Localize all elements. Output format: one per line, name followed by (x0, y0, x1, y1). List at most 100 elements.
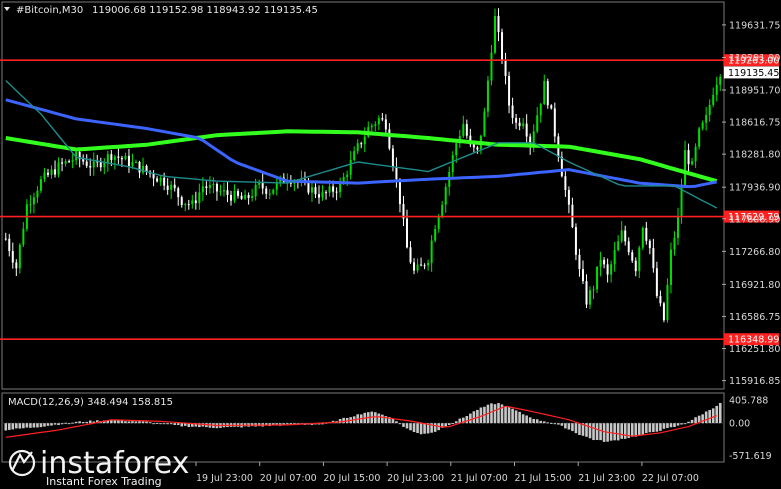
macd-histogram-bar (138, 421, 141, 424)
candle-body (427, 262, 430, 266)
candle-body (363, 136, 366, 145)
macd-histogram-bar (680, 423, 683, 425)
candle-body (631, 252, 634, 261)
candle-body (170, 184, 173, 190)
macd-histogram-bar (715, 405, 719, 424)
candle-body (110, 154, 113, 160)
macd-histogram-bar (630, 423, 634, 437)
candle-body (522, 123, 525, 126)
macd-tick-label: 405.788 (729, 396, 768, 407)
macd-histogram-bar (620, 423, 623, 439)
macd-histogram-bar (662, 423, 666, 429)
candle-body (208, 185, 211, 189)
candle-body (652, 248, 655, 269)
macd-histogram-bar (514, 410, 518, 424)
candle-body (103, 162, 106, 168)
candle-body (465, 124, 468, 136)
macd-histogram-bar (36, 423, 39, 428)
candle-body (272, 189, 275, 194)
macd-histogram-bar (616, 423, 620, 441)
candle-body (159, 177, 162, 182)
macd-histogram-bar (592, 423, 595, 441)
candle-body (205, 186, 208, 189)
candle-body (585, 281, 588, 305)
price-tick-label: 116251.80 (729, 344, 780, 355)
macd-histogram-bar (176, 423, 180, 426)
candle-body (599, 259, 602, 267)
candle-body (680, 187, 683, 217)
macd-histogram-bar (472, 411, 476, 424)
macd-histogram-bar (148, 422, 152, 424)
candle-body (508, 75, 511, 106)
macd-histogram-bar (718, 402, 722, 424)
macd-histogram-bar (564, 423, 567, 429)
candle-body (134, 162, 137, 164)
macd-histogram-bar (395, 421, 398, 424)
macd-histogram-bar (634, 423, 638, 437)
candle-body (493, 16, 496, 53)
candle-body (627, 241, 630, 253)
candle-body (18, 244, 21, 269)
candle-body (409, 247, 412, 263)
macd-histogram-bar (493, 404, 497, 424)
time-tick-label: 20 Jul 15:00 (323, 473, 380, 484)
macd-histogram-bar (162, 423, 166, 425)
candle-body (581, 269, 584, 282)
candle-body (655, 268, 658, 297)
candle-body (339, 183, 342, 193)
macd-histogram-bar (595, 423, 599, 440)
candle-body (117, 156, 120, 158)
candle-body (694, 146, 697, 162)
macd-histogram-bar (694, 417, 697, 424)
candle-body (64, 161, 67, 164)
candle-body (43, 172, 46, 180)
macd-histogram-bar (623, 423, 627, 439)
macd-histogram-bar (53, 423, 57, 425)
macd-histogram-bar (64, 422, 67, 424)
chart-background (0, 0, 781, 489)
macd-histogram-bar (521, 414, 525, 424)
candle-body (370, 125, 373, 128)
candle-body (613, 250, 616, 265)
candle-body (356, 143, 359, 152)
candle-body (268, 193, 271, 195)
candle-body (444, 186, 447, 205)
macd-histogram-bar (67, 423, 71, 425)
macd-histogram-bar (542, 421, 546, 424)
candle-body (574, 227, 577, 255)
candle-body (68, 161, 71, 163)
time-tick-label: 19 Jul 23:00 (196, 473, 253, 484)
candle-body (719, 76, 722, 85)
candle-body (592, 289, 595, 291)
macd-histogram-bar (511, 408, 514, 424)
macd-histogram-bar (652, 423, 655, 433)
candle-body (71, 160, 74, 162)
macd-histogram-bar (7, 423, 11, 430)
candle-body (156, 178, 159, 182)
trading-chart: 119263.00117629.79116348.99 119631.75119… (0, 0, 781, 489)
macd-histogram-bar (423, 423, 426, 434)
candle-body (15, 262, 18, 269)
candle-body (230, 194, 233, 201)
candle-body (687, 150, 690, 165)
candle-body (659, 296, 662, 304)
symbol-label: #Bitcoin,M30 (16, 5, 83, 16)
candle-body (669, 249, 672, 285)
candle-body (543, 81, 546, 104)
price-tick-label: 118281.80 (729, 150, 780, 161)
candle-body (29, 204, 32, 206)
macd-histogram-bar (549, 422, 553, 424)
macd-histogram-bar (71, 422, 74, 424)
candle-body (184, 204, 187, 206)
candle-body (648, 240, 651, 249)
macd-histogram-bar (381, 414, 384, 424)
macd-histogram-bar (78, 421, 81, 424)
macd-histogram-bar (560, 423, 564, 426)
candle-body (346, 174, 349, 177)
price-tick-label: 116586.75 (729, 312, 780, 323)
macd-histogram-bar (557, 423, 560, 425)
candle-body (138, 162, 141, 173)
macd-histogram-bar (39, 423, 43, 428)
candle-body (173, 184, 176, 189)
macd-histogram-bar (451, 423, 455, 425)
